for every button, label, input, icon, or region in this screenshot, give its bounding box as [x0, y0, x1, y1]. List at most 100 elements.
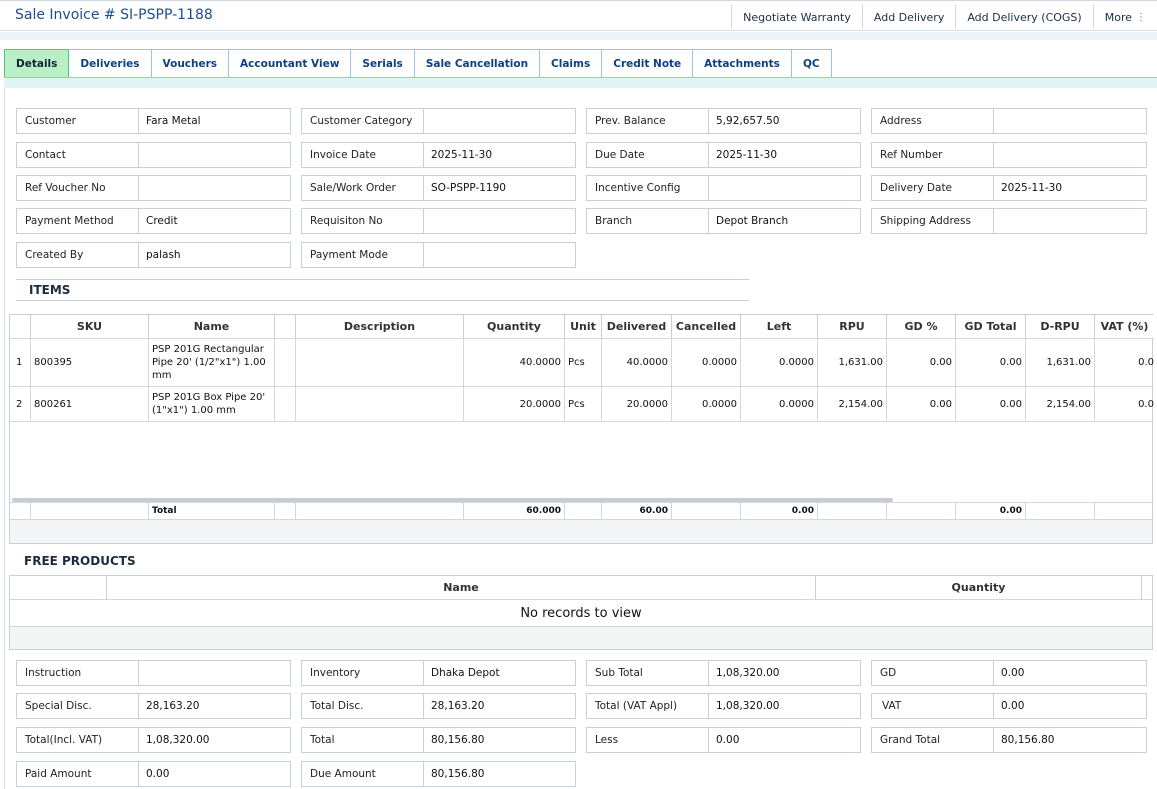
tab-vouchers[interactable]: Vouchers — [151, 49, 230, 78]
more-label: More — [1104, 10, 1132, 24]
sale-work-order-value[interactable]: SO-PSPP-1190 — [424, 176, 575, 200]
col-header-unit[interactable]: Unit — [565, 315, 602, 338]
col-header-description[interactable]: Description — [296, 315, 464, 338]
tab-serials[interactable]: Serials — [351, 49, 415, 78]
vat-cell[interactable]: 0.0 — [1095, 387, 1154, 421]
left-cell: 0.0000 — [741, 387, 818, 421]
requisition-no-value[interactable] — [424, 209, 575, 233]
field-label: VAT — [872, 694, 994, 718]
invoice-date-value[interactable]: 2025-11-30 — [424, 143, 575, 167]
customer-value[interactable]: Fara Metal — [139, 109, 290, 133]
col-header-quantity[interactable]: Quantity — [816, 576, 1142, 599]
add-delivery-cogs-button[interactable]: Add Delivery (COGS) — [955, 5, 1092, 29]
payment-method-value[interactable]: Credit — [139, 209, 290, 233]
address-value[interactable] — [994, 109, 1146, 133]
rpu-cell[interactable]: 2,154.00 — [818, 387, 887, 421]
col-header-sku[interactable]: SKU — [31, 315, 149, 338]
header-separator — [0, 32, 1157, 40]
customer-category-value[interactable] — [424, 109, 575, 133]
prev-balance-value[interactable]: 5,92,657.50 — [709, 109, 860, 133]
col-header-gd-pct[interactable]: GD % — [887, 315, 956, 338]
name-cell[interactable]: PSP 201G Rectangular Pipe 20' (1/2"x1") … — [149, 339, 275, 386]
col-header-quantity[interactable]: Quantity — [464, 315, 565, 338]
col-header-cancelled[interactable]: Cancelled — [672, 315, 741, 338]
sku-cell[interactable]: 800395 — [31, 339, 149, 386]
vat-field: VAT 0.00 — [871, 693, 1147, 719]
payment-method-field: Payment Method Credit — [16, 208, 291, 234]
payment-mode-value[interactable] — [424, 243, 575, 267]
top-bar: Sale Invoice # SI-PSPP-1188 Negotiate Wa… — [0, 0, 1157, 31]
total-disc-value: 28,163.20 — [431, 700, 485, 712]
blank-cell — [275, 387, 296, 421]
kebab-icon: ⋮ — [1136, 11, 1146, 23]
prev-balance-field: Prev. Balance 5,92,657.50 — [586, 108, 861, 134]
gd-pct-cell[interactable]: 0.00 — [887, 387, 956, 421]
field-label: Address — [872, 109, 994, 133]
name-cell[interactable]: PSP 201G Box Pipe 20' (1"x1") 1.00 mm — [149, 387, 275, 421]
ref-number-value[interactable] — [994, 143, 1146, 167]
tab-credit-note[interactable]: Credit Note — [602, 49, 694, 78]
tab-accountant-view[interactable]: Accountant View — [229, 49, 352, 78]
footer-cell — [887, 503, 956, 519]
created-by-value[interactable]: palash — [139, 243, 290, 267]
tab-deliveries[interactable]: Deliveries — [69, 49, 152, 78]
more-button[interactable]: More ⋮ — [1092, 5, 1157, 29]
rpu-cell[interactable]: 1,631.00 — [818, 339, 887, 386]
sku-cell[interactable]: 800261 — [31, 387, 149, 421]
inventory-value[interactable]: Dhaka Depot — [424, 661, 575, 685]
negotiate-warranty-button[interactable]: Negotiate Warranty — [731, 5, 862, 29]
col-header-vat[interactable]: VAT (%) — [1095, 315, 1154, 338]
gd-pct-cell[interactable]: 0.00 — [887, 339, 956, 386]
add-delivery-button[interactable]: Add Delivery — [861, 5, 955, 29]
description-cell[interactable] — [296, 339, 464, 386]
unit-cell: Pcs — [565, 339, 602, 386]
total-value: 80,156.80 — [431, 734, 485, 746]
col-header-name[interactable]: Name — [107, 576, 816, 599]
col-header-rpu[interactable]: RPU — [818, 315, 887, 338]
col-header-delivered[interactable]: Delivered — [602, 315, 672, 338]
incentive-config-value[interactable] — [709, 176, 860, 200]
delivered-cell: 40.0000 — [602, 339, 672, 386]
quantity-cell[interactable]: 20.0000 — [464, 387, 565, 421]
field-label: Sale/Work Order — [302, 176, 424, 200]
shipping-address-value[interactable] — [994, 209, 1146, 233]
tab-sale-cancellation[interactable]: Sale Cancellation — [414, 49, 541, 78]
tab-claims[interactable]: Claims — [540, 49, 603, 78]
sub-total-value: 1,08,320.00 — [716, 667, 780, 679]
ref-voucher-no-value[interactable] — [139, 176, 290, 200]
contact-value[interactable] — [139, 143, 290, 167]
paid-amount-value[interactable]: 0.00 — [139, 762, 290, 786]
instruction-value[interactable] — [139, 661, 290, 685]
tab-details[interactable]: Details — [4, 49, 70, 78]
delivered-cell: 20.0000 — [602, 387, 672, 421]
special-disc-value[interactable]: 28,163.20 — [139, 694, 290, 718]
less-value[interactable]: 0.00 — [709, 728, 860, 752]
field-label: Ref Number — [872, 143, 994, 167]
footer-cell — [1095, 503, 1154, 519]
delivery-date-value[interactable]: 2025-11-30 — [994, 176, 1146, 200]
col-header-left[interactable]: Left — [741, 315, 818, 338]
vat-cell[interactable]: 0.0 — [1095, 339, 1154, 386]
name-line: PSP 201G Box Pipe 20' — [152, 392, 266, 403]
field-label: Paid Amount — [17, 762, 139, 786]
footer-cell — [31, 503, 149, 519]
row-number: 1 — [10, 339, 31, 386]
tab-qc[interactable]: QC — [791, 49, 832, 78]
total-left: 0.00 — [741, 503, 818, 519]
col-header-d-rpu[interactable]: D-RPU — [1026, 315, 1095, 338]
col-header-name[interactable]: Name — [149, 315, 275, 338]
total-vat-appl-field: Total (VAT Appl) 1,08,320.00 — [586, 693, 861, 719]
due-amount-value: 80,156.80 — [431, 768, 485, 780]
name-line: (1"x1") 1.00 mm — [152, 405, 236, 416]
description-cell[interactable] — [296, 387, 464, 421]
total-vat-appl-value: 1,08,320.00 — [716, 700, 780, 712]
col-header-gd-total[interactable]: GD Total — [956, 315, 1026, 338]
due-date-value[interactable]: 2025-11-30 — [709, 143, 860, 167]
tab-attachments[interactable]: Attachments — [693, 49, 792, 78]
branch-value[interactable]: Depot Branch — [709, 209, 860, 233]
field-label: Ref Voucher No — [17, 176, 139, 200]
quantity-cell[interactable]: 40.0000 — [464, 339, 565, 386]
footer-cell — [296, 503, 464, 519]
divider — [10, 421, 1154, 422]
footer-cell — [565, 503, 602, 519]
